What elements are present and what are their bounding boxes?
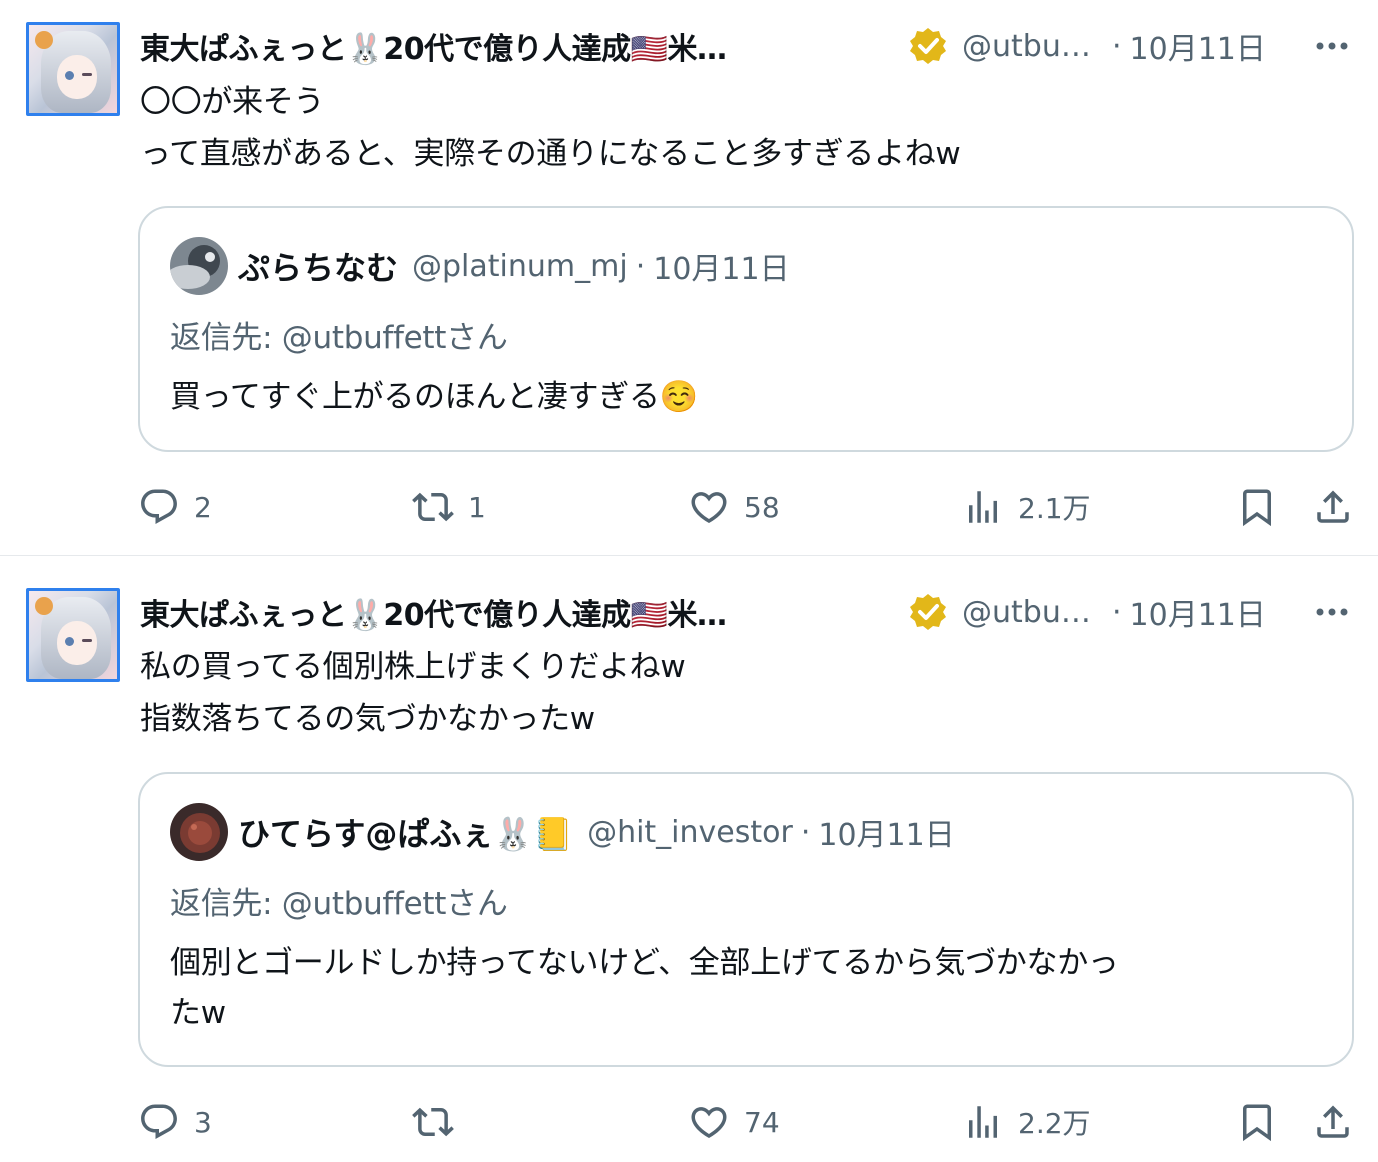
retweet-button[interactable]: 1 <box>412 482 486 532</box>
like-count: 74 <box>744 1105 780 1139</box>
quoted-handle[interactable]: @hit_investor <box>587 815 793 850</box>
bookmark-button[interactable] <box>1236 1097 1278 1147</box>
views-count: 2.1万 <box>1018 492 1091 525</box>
quoted-text: 個別とゴールドしか持ってないけど、全部上げてるから気づかなかっ たw <box>170 938 1312 1038</box>
reply-to[interactable]: 返信先: @utbuffettさん <box>170 312 508 357</box>
share-button[interactable] <box>1312 482 1354 532</box>
views-icon <box>969 491 997 523</box>
like-button[interactable]: 74 <box>688 1097 780 1147</box>
quoted-handle[interactable]: @platinum_mj <box>412 249 628 284</box>
verified-badge-icon[interactable] <box>908 26 948 66</box>
retweet-icon <box>412 492 454 522</box>
tweet-text-line: 〇〇が来そう <box>140 84 325 120</box>
separator-dot: · <box>1112 594 1122 630</box>
reply-count: 2 <box>194 490 212 524</box>
display-name[interactable]: 東大ぱふぇっと🐰20代で億り人達成🇺🇸米… <box>140 590 868 634</box>
tweet-header: 東大ぱふぇっと🐰20代で億り人達成🇺🇸米… @utbu… · 10月11日 <box>140 22 1352 70</box>
separator-dot: · <box>800 814 811 850</box>
views-icon <box>969 1106 997 1138</box>
timestamp[interactable]: 10月11日 <box>1130 24 1266 68</box>
tweet-text: 私の買ってる個別株上げまくりだよねw 指数落ちてるの気づかなかったw <box>140 641 686 745</box>
timestamp[interactable]: 10月11日 <box>1130 590 1266 634</box>
tweet-text-line: 指数落ちてるの気づかなかったw <box>140 701 595 737</box>
heart-icon <box>691 492 727 524</box>
quoted-timestamp[interactable]: 10月11日 <box>818 810 954 854</box>
tweet-text-line: って直感があると、実際その通りになること多すぎるよねw <box>140 136 961 172</box>
quoted-avatar[interactable] <box>170 237 228 295</box>
quoted-text-line: 個別とゴールドしか持ってないけど、全部上げてるから気づかなかっ <box>170 945 1119 981</box>
quoted-display-name[interactable]: ぷらちなむ <box>238 243 398 289</box>
views-count: 2.2万 <box>1018 1107 1091 1140</box>
quoted-text-line: たw <box>170 995 226 1031</box>
retweet-button[interactable] <box>412 1097 468 1147</box>
handle[interactable]: @utbu… <box>962 595 1102 630</box>
quoted-tweet[interactable]: ぷらちなむ @platinum_mj · 10月11日 返信先: @utbuff… <box>138 206 1354 452</box>
share-icon <box>1317 490 1349 523</box>
quoted-tweet-header: ぷらちなむ @platinum_mj · 10月11日 <box>170 236 790 296</box>
views-button[interactable]: 2.1万 <box>962 482 1091 532</box>
tweet[interactable]: 東大ぱふぇっと🐰20代で億り人達成🇺🇸米… @utbu… · 10月11日 私の… <box>0 557 1378 1162</box>
reply-icon <box>141 1104 177 1139</box>
quoted-text: 買ってすぐ上がるのほんと凄すぎる☺️ <box>170 379 698 415</box>
tweet-text-line: 私の買ってる個別株上げまくりだよねw <box>140 649 686 685</box>
quoted-avatar[interactable] <box>170 803 228 861</box>
display-name[interactable]: 東大ぱふぇっと🐰20代で億り人達成🇺🇸米… <box>140 24 868 68</box>
quoted-tweet[interactable]: ひてらす@ぱふぇ🐰📒 @hit_investor · 10月11日 返信先: @… <box>138 772 1354 1067</box>
quoted-display-name[interactable]: ひてらす@ぱふぇ🐰📒 <box>238 809 573 855</box>
retweet-count: 1 <box>468 490 486 524</box>
tweet[interactable]: 東大ぱふぇっと🐰20代で億り人達成🇺🇸米… @utbu… · 10月11日 〇〇… <box>0 0 1378 556</box>
more-icon[interactable] <box>1312 592 1352 632</box>
avatar[interactable] <box>26 22 120 116</box>
action-bar: 3 74 2.2万 <box>138 1097 1356 1147</box>
reply-button[interactable]: 2 <box>138 482 212 532</box>
retweet-icon <box>412 1107 454 1137</box>
bookmark-icon <box>1243 489 1271 527</box>
avatar[interactable] <box>26 588 120 682</box>
views-button[interactable]: 2.2万 <box>962 1097 1091 1147</box>
like-button[interactable]: 58 <box>688 482 780 532</box>
reply-to[interactable]: 返信先: @utbuffettさん <box>170 878 508 923</box>
reply-count: 3 <box>194 1105 212 1139</box>
handle[interactable]: @utbu… <box>962 29 1102 64</box>
reply-button[interactable]: 3 <box>138 1097 212 1147</box>
separator-dot: · <box>635 248 646 284</box>
more-icon[interactable] <box>1312 26 1352 66</box>
tweet-text: 〇〇が来そう って直感があると、実際その通りになること多すぎるよねw <box>140 76 961 180</box>
action-bar: 2 1 58 2.1万 <box>138 482 1356 532</box>
heart-icon <box>691 1107 727 1139</box>
quoted-tweet-header: ひてらす@ぱふぇ🐰📒 @hit_investor · 10月11日 <box>170 802 955 862</box>
like-count: 58 <box>744 490 780 524</box>
bookmark-icon <box>1243 1104 1271 1142</box>
tweet-header: 東大ぱふぇっと🐰20代で億り人達成🇺🇸米… @utbu… · 10月11日 <box>140 588 1352 636</box>
share-button[interactable] <box>1312 1097 1354 1147</box>
share-icon <box>1317 1105 1349 1138</box>
separator-dot: · <box>1112 28 1122 64</box>
bookmark-button[interactable] <box>1236 482 1278 532</box>
quoted-timestamp[interactable]: 10月11日 <box>653 244 789 288</box>
reply-icon <box>141 489 177 524</box>
verified-badge-icon[interactable] <box>908 592 948 632</box>
